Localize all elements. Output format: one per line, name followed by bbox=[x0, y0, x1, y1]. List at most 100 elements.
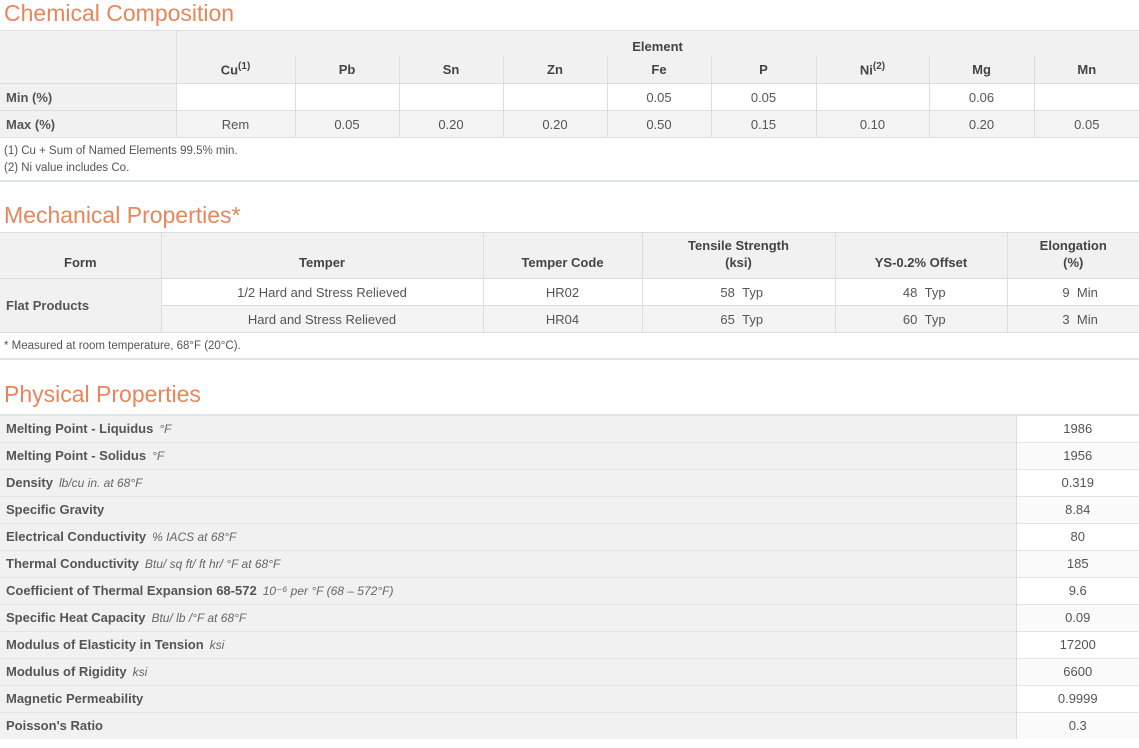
chem-cell: 0.20 bbox=[503, 110, 608, 138]
phys-label-cell: Melting Point - Solidus °F bbox=[0, 441, 1016, 469]
phys-label-cell: Modulus of Rigidity ksi bbox=[0, 657, 1016, 685]
mech-elongation: 9 Min bbox=[1007, 278, 1139, 306]
phys-label-cell: Thermal Conductivity Btu/ sq ft/ ft hr/ °… bbox=[0, 549, 1016, 577]
phys-value: 8.84 bbox=[1015, 495, 1139, 523]
phys-value: 185 bbox=[1015, 549, 1139, 577]
chem-cell: 0.15 bbox=[711, 110, 817, 138]
mech-header-form: Form bbox=[0, 232, 162, 279]
phys-value: 1956 bbox=[1015, 441, 1139, 469]
phys-label: Thermal Conductivity bbox=[6, 556, 139, 571]
phys-row: Density lb/cu in. at 68°F 0.319 bbox=[0, 468, 1139, 496]
chem-cell bbox=[295, 83, 400, 111]
phys-label: Modulus of Rigidity bbox=[6, 664, 127, 679]
phys-label-cell: Melting Point - Liquidus °F bbox=[0, 414, 1016, 442]
phys-label: Specific Gravity bbox=[6, 502, 105, 517]
phys-unit: °F bbox=[159, 422, 172, 437]
chem-cell bbox=[176, 83, 296, 111]
phys-section: Physical Properties Melting Point - Liqu… bbox=[0, 382, 1139, 739]
chem-cell: 0.10 bbox=[816, 110, 930, 138]
phys-value: 0.09 bbox=[1015, 603, 1139, 631]
phys-unit: 10⁻⁶ per °F (68 – 572°F) bbox=[262, 584, 394, 598]
phys-label-cell: Magnetic Permeability bbox=[0, 684, 1016, 712]
phys-value: 0.319 bbox=[1015, 468, 1139, 496]
phys-row: Specific Heat Capacity Btu/ lb /°F at 68°… bbox=[0, 603, 1139, 631]
phys-unit: % IACS at 68°F bbox=[152, 530, 237, 544]
chem-corner bbox=[0, 30, 177, 56]
chem-col-header: Sn bbox=[399, 55, 504, 84]
mech-ys: 60 Typ bbox=[835, 305, 1008, 333]
mech-notes: * Measured at room temperature, 68°F (20… bbox=[0, 333, 1139, 358]
phys-value: 1986 bbox=[1015, 414, 1139, 442]
mech-ys: 48 Typ bbox=[835, 278, 1008, 306]
mech-title: Mechanical Properties* bbox=[4, 202, 241, 228]
chem-cell: 0.05 bbox=[607, 83, 712, 111]
phys-row: Melting Point - Liquidus °F 1986 bbox=[0, 414, 1139, 442]
chem-section: Chemical Composition Element Cu(1) Pb Sn… bbox=[0, 0, 1139, 204]
phys-label: Melting Point - Solidus bbox=[6, 448, 147, 463]
chem-row-label: Max (%) bbox=[0, 110, 177, 138]
phys-row: Thermal Conductivity Btu/ sq ft/ ft hr/ °… bbox=[0, 549, 1139, 577]
chem-row-min: Min (%) 0.05 0.05 0.06 bbox=[0, 83, 1139, 111]
mech-row: Hard and Stress Relieved HR04 65 Typ 60 … bbox=[0, 305, 1139, 333]
chem-row-max: Max (%) Rem 0.05 0.20 0.20 0.50 0.15 0.1… bbox=[0, 110, 1139, 138]
chem-column-headers: Cu(1) Pb Sn Zn Fe P Ni(2) Mg Mn bbox=[0, 55, 1139, 84]
chem-cell: 0.20 bbox=[399, 110, 504, 138]
chem-cell: 0.05 bbox=[711, 83, 817, 111]
mech-tensile: 58 Typ bbox=[642, 278, 836, 306]
phys-label: Density bbox=[6, 475, 53, 490]
mech-header-elongation: Elongation (%) bbox=[1007, 232, 1139, 279]
mech-temper-code: HR04 bbox=[483, 305, 643, 333]
section-divider bbox=[0, 358, 1139, 382]
phys-row: Poisson's Ratio 0.3 bbox=[0, 711, 1139, 739]
phys-label-cell: Electrical Conductivity % IACS at 68°F bbox=[0, 522, 1016, 550]
mech-row: Flat Products 1/2 Hard and Stress Reliev… bbox=[0, 278, 1139, 333]
phys-value: 0.9999 bbox=[1015, 684, 1139, 712]
phys-value: 9.6 bbox=[1015, 576, 1139, 604]
chem-table: Element Cu(1) Pb Sn Zn Fe P Ni(2) Mg Mn … bbox=[0, 30, 1139, 138]
phys-label-cell: Modulus of Elasticity in Tension ksi bbox=[0, 630, 1016, 658]
mech-temper: 1/2 Hard and Stress Relieved bbox=[161, 278, 484, 306]
phys-unit: Btu/ sq ft/ ft hr/ °F at 68°F bbox=[144, 557, 281, 571]
chem-cell bbox=[503, 83, 608, 111]
chem-col-header: Mn bbox=[1034, 55, 1139, 84]
phys-row: Electrical Conductivity % IACS at 68°F 80 bbox=[0, 522, 1139, 550]
chem-col-header: Pb bbox=[295, 55, 400, 84]
phys-row: Coefficient of Thermal Expansion 68-572 1… bbox=[0, 576, 1139, 604]
mech-tensile: 65 Typ bbox=[642, 305, 836, 333]
phys-label-cell: Specific Gravity bbox=[0, 495, 1016, 523]
mech-header-temper-code: Temper Code bbox=[483, 232, 643, 279]
chem-row-label: Min (%) bbox=[0, 83, 177, 111]
mech-header-temper: Temper bbox=[161, 232, 484, 279]
phys-row: Specific Gravity 8.84 bbox=[0, 495, 1139, 523]
chem-note: (2) Ni value includes Co. bbox=[4, 162, 130, 174]
section-divider bbox=[0, 180, 1139, 204]
chem-cell bbox=[816, 83, 930, 111]
phys-unit: ksi bbox=[209, 638, 225, 652]
mech-header-tensile: Tensile Strength (ksi) bbox=[642, 232, 836, 279]
chem-col-header: Ni(2) bbox=[816, 55, 930, 84]
phys-label: Modulus of Elasticity in Tension bbox=[6, 637, 204, 652]
chem-cell: 0.06 bbox=[929, 83, 1035, 111]
phys-label: Melting Point - Liquidus bbox=[6, 421, 154, 437]
phys-row: Modulus of Rigidity ksi 6600 bbox=[0, 657, 1139, 685]
phys-row: Melting Point - Solidus °F 1956 bbox=[0, 441, 1139, 469]
phys-label: Poisson's Ratio bbox=[6, 718, 103, 734]
mech-temper-code: HR02 bbox=[483, 278, 643, 306]
chem-col-header: P bbox=[711, 55, 817, 84]
chem-group-header: Element bbox=[176, 30, 1139, 56]
phys-unit: Btu/ lb /°F at 68°F bbox=[151, 611, 247, 625]
chem-title: Chemical Composition bbox=[4, 0, 235, 26]
mech-form: Flat Products bbox=[0, 278, 162, 333]
chem-cell: Rem bbox=[176, 110, 296, 138]
mech-table: Form Temper Temper Code Tensile Strength… bbox=[0, 232, 1139, 333]
chem-note: (1) Cu + Sum of Named Elements 99.5% min… bbox=[4, 145, 238, 157]
phys-label: Coefficient of Thermal Expansion 68-572 bbox=[6, 583, 257, 598]
phys-value: 80 bbox=[1015, 522, 1139, 550]
chem-corner-lower bbox=[0, 55, 177, 84]
mech-note: * Measured at room temperature, 68°F (20… bbox=[4, 340, 241, 352]
phys-value: 0.3 bbox=[1015, 711, 1139, 739]
phys-row: Modulus of Elasticity in Tension ksi 17200 bbox=[0, 630, 1139, 658]
chem-cell bbox=[399, 83, 504, 111]
chem-cell: 0.50 bbox=[607, 110, 712, 138]
chem-col-header: Fe bbox=[607, 55, 712, 84]
